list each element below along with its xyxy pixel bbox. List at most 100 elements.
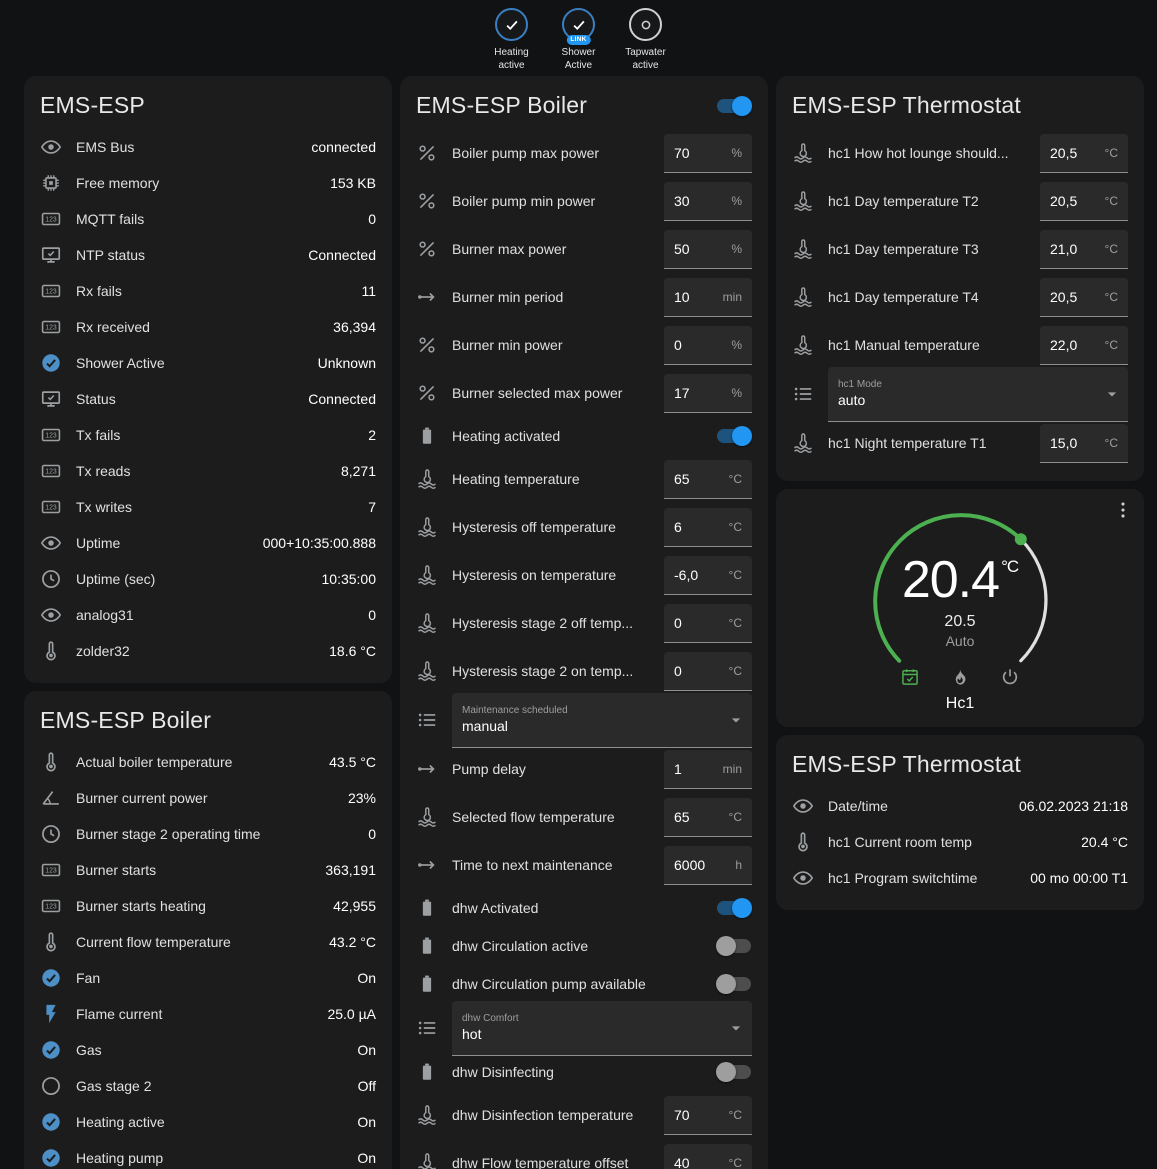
- power-icon[interactable]: [1000, 667, 1020, 687]
- entity-row[interactable]: Burner stage 2 operating time0: [40, 816, 376, 852]
- entity-row[interactable]: Heating pumpOn: [40, 1140, 376, 1169]
- entity-row[interactable]: dhw Circulation pump available: [416, 965, 752, 1003]
- entity-row[interactable]: Boiler pump min power30%: [416, 177, 752, 225]
- entity-row[interactable]: hc1 Program switchtime00 mo 00:00 T1: [792, 860, 1128, 896]
- entity-row[interactable]: hc1 Day temperature T220,5°C: [792, 177, 1128, 225]
- number-input[interactable]: 50%: [664, 230, 752, 269]
- number-input[interactable]: 17%: [664, 374, 752, 413]
- number-input[interactable]: 15,0°C: [1040, 424, 1128, 463]
- entity-row[interactable]: EMS Busconnected: [40, 129, 376, 165]
- entity-row[interactable]: Shower ActiveUnknown: [40, 345, 376, 381]
- calendar-check-icon[interactable]: [900, 667, 920, 687]
- select-input[interactable]: hc1 Modeauto: [828, 367, 1128, 422]
- entity-row[interactable]: Selected flow temperature65°C: [416, 793, 752, 841]
- entity-row[interactable]: Current flow temperature43.2 °C: [40, 924, 376, 960]
- number-input[interactable]: 30%: [664, 182, 752, 221]
- entity-row[interactable]: 123Tx fails2: [40, 417, 376, 453]
- entity-row[interactable]: Burner max power50%: [416, 225, 752, 273]
- entity-row[interactable]: Hysteresis on temperature-6,0°C: [416, 551, 752, 599]
- entity-row[interactable]: StatusConnected: [40, 381, 376, 417]
- number-input[interactable]: 0°C: [664, 604, 752, 643]
- entity-row[interactable]: Actual boiler temperature43.5 °C: [40, 744, 376, 780]
- entity-row[interactable]: Hysteresis off temperature6°C: [416, 503, 752, 551]
- entity-row[interactable]: Burner current power23%: [40, 780, 376, 816]
- number-input[interactable]: 70°C: [664, 1096, 752, 1135]
- entity-row[interactable]: 123Rx fails11: [40, 273, 376, 309]
- number-input[interactable]: 0%: [664, 326, 752, 365]
- entity-row[interactable]: zolder3218.6 °C: [40, 633, 376, 669]
- entity-row[interactable]: Heating temperature65°C: [416, 455, 752, 503]
- entity-row[interactable]: Pump delay1min: [416, 745, 752, 793]
- number-unit: °C: [729, 1156, 742, 1169]
- entity-row[interactable]: Gas stage 2Off: [40, 1068, 376, 1104]
- entity-row[interactable]: dhw Activated: [416, 889, 752, 927]
- entity-row[interactable]: Heating activated: [416, 417, 752, 455]
- entity-row[interactable]: Uptime000+10:35:00.888: [40, 525, 376, 561]
- number-input[interactable]: 40°C: [664, 1144, 752, 1169]
- toggle-switch[interactable]: [716, 974, 752, 994]
- entity-row[interactable]: hc1 Current room temp20.4 °C: [792, 824, 1128, 860]
- toggle-switch[interactable]: [716, 426, 752, 446]
- entity-row[interactable]: 123Tx reads8,271: [40, 453, 376, 489]
- toggle-switch[interactable]: [716, 936, 752, 956]
- status-badge[interactable]: Tapwater active: [617, 8, 675, 72]
- entity-row[interactable]: dhw Disinfection temperature70°C: [416, 1091, 752, 1139]
- entity-row[interactable]: 123Rx received36,394: [40, 309, 376, 345]
- status-badge[interactable]: Heating active: [483, 8, 541, 72]
- number-input[interactable]: 20,5°C: [1040, 278, 1128, 317]
- entity-row[interactable]: Hysteresis stage 2 off temp...0°C: [416, 599, 752, 647]
- entity-row[interactable]: hc1 Modeauto: [792, 369, 1128, 419]
- entity-row[interactable]: FanOn: [40, 960, 376, 996]
- entity-row[interactable]: Maintenance scheduledmanual: [416, 695, 752, 745]
- toggle-switch[interactable]: [716, 1062, 752, 1082]
- entity-row[interactable]: Burner selected max power17%: [416, 369, 752, 417]
- entity-row[interactable]: Hysteresis stage 2 on temp...0°C: [416, 647, 752, 695]
- entity-row[interactable]: Flame current25.0 µA: [40, 996, 376, 1032]
- status-badge[interactable]: LINKShower Active: [550, 8, 608, 72]
- toggle-switch[interactable]: [716, 898, 752, 918]
- select-input[interactable]: dhw Comforthot: [452, 1001, 752, 1056]
- entity-row[interactable]: hc1 How hot lounge should...20,5°C: [792, 129, 1128, 177]
- entity-row[interactable]: analog310: [40, 597, 376, 633]
- number-input[interactable]: 20,5°C: [1040, 134, 1128, 173]
- entity-row[interactable]: Free memory153 KB: [40, 165, 376, 201]
- number-input[interactable]: 10min: [664, 278, 752, 317]
- entity-row[interactable]: dhw Comforthot: [416, 1003, 752, 1053]
- entity-row[interactable]: Boiler pump max power70%: [416, 129, 752, 177]
- number-input[interactable]: 70%: [664, 134, 752, 173]
- select-input[interactable]: Maintenance scheduledmanual: [452, 693, 752, 748]
- entity-row[interactable]: 123Tx writes7: [40, 489, 376, 525]
- number-input[interactable]: 21,0°C: [1040, 230, 1128, 269]
- entity-row[interactable]: 123Burner starts363,191: [40, 852, 376, 888]
- number-input[interactable]: 22,0°C: [1040, 326, 1128, 365]
- entity-row[interactable]: hc1 Night temperature T115,0°C: [792, 419, 1128, 467]
- entity-row[interactable]: dhw Disinfecting: [416, 1053, 752, 1091]
- entity-row[interactable]: Burner min period10min: [416, 273, 752, 321]
- number-input[interactable]: 0°C: [664, 652, 752, 691]
- entity-row[interactable]: dhw Flow temperature offset40°C: [416, 1139, 752, 1169]
- entity-row[interactable]: 123Burner starts heating42,955: [40, 888, 376, 924]
- entity-row[interactable]: hc1 Day temperature T321,0°C: [792, 225, 1128, 273]
- more-options-icon[interactable]: [1112, 499, 1134, 521]
- number-input[interactable]: -6,0°C: [664, 556, 752, 595]
- entity-row[interactable]: Uptime (sec)10:35:00: [40, 561, 376, 597]
- entity-row[interactable]: dhw Circulation active: [416, 927, 752, 965]
- card-header-toggle[interactable]: [716, 96, 752, 116]
- thermostat-dial[interactable]: 20.4°C20.5Auto: [867, 507, 1053, 693]
- number-input[interactable]: 6000h: [664, 846, 752, 885]
- number-input[interactable]: 20,5°C: [1040, 182, 1128, 221]
- number-input[interactable]: 1min: [664, 750, 752, 789]
- number-input[interactable]: 65°C: [664, 460, 752, 499]
- number-input[interactable]: 6°C: [664, 508, 752, 547]
- fire-icon[interactable]: [950, 667, 970, 687]
- entity-row[interactable]: Heating activeOn: [40, 1104, 376, 1140]
- entity-row[interactable]: NTP statusConnected: [40, 237, 376, 273]
- entity-row[interactable]: Burner min power0%: [416, 321, 752, 369]
- entity-row[interactable]: GasOn: [40, 1032, 376, 1068]
- entity-row[interactable]: Time to next maintenance6000h: [416, 841, 752, 889]
- entity-row[interactable]: hc1 Day temperature T420,5°C: [792, 273, 1128, 321]
- entity-row[interactable]: 123MQTT fails0: [40, 201, 376, 237]
- entity-row[interactable]: hc1 Manual temperature22,0°C: [792, 321, 1128, 369]
- entity-row[interactable]: Date/time06.02.2023 21:18: [792, 788, 1128, 824]
- number-input[interactable]: 65°C: [664, 798, 752, 837]
